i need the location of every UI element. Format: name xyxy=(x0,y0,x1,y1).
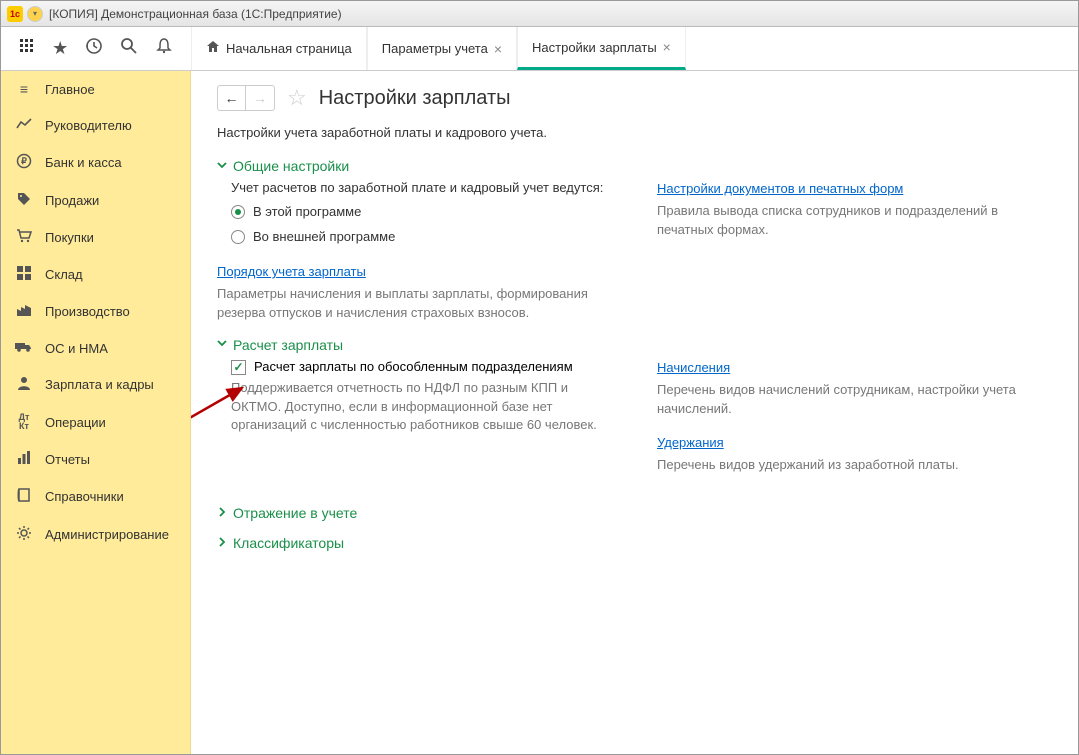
tab-home[interactable]: Начальная страница xyxy=(191,27,367,70)
history-icon[interactable] xyxy=(85,37,103,60)
sidebar-item-admin[interactable]: Администрирование xyxy=(1,515,190,554)
chevron-down-icon xyxy=(217,338,227,351)
sidebar-item-label: Производство xyxy=(45,304,130,319)
sidebar-item-label: Операции xyxy=(45,415,106,430)
content: ← → ☆ Настройки зарплаты Настройки учета… xyxy=(191,71,1078,754)
ruble-icon: ₽ xyxy=(15,153,33,172)
sidebar: ≡ Главное Руководителю ₽ Банк и касса Прод… xyxy=(1,71,191,754)
back-button[interactable]: ← xyxy=(218,86,246,110)
sidebar-item-label: Администрирование xyxy=(45,527,169,542)
apps-icon[interactable] xyxy=(19,38,35,59)
sidebar-item-label: Руководителю xyxy=(45,118,132,133)
sidebar-item-operations[interactable]: ДтКт Операции xyxy=(1,403,190,441)
sidebar-item-label: Отчеты xyxy=(45,452,90,467)
svg-text:₽: ₽ xyxy=(21,156,27,166)
page-subtitle: Настройки учета заработной платы и кадро… xyxy=(217,125,1052,140)
section-calc[interactable]: Расчет зарплаты xyxy=(217,337,1052,353)
grid-icon xyxy=(15,266,33,283)
link-deductions[interactable]: Удержания xyxy=(657,435,724,450)
sidebar-item-label: Банк и касса xyxy=(45,155,122,170)
tag-icon xyxy=(15,192,33,209)
close-icon[interactable]: × xyxy=(494,41,502,57)
tab-label: Начальная страница xyxy=(226,41,352,56)
checkbox-separate-units[interactable] xyxy=(231,360,246,375)
sidebar-item-purchases[interactable]: Покупки xyxy=(1,219,190,256)
gear-icon xyxy=(15,525,33,544)
sidebar-item-bank[interactable]: ₽ Банк и касса xyxy=(1,143,190,182)
link-salary-order[interactable]: Порядок учета зарплаты xyxy=(217,264,366,279)
link-desc: Перечень видов начислений сотрудникам, н… xyxy=(657,381,1052,419)
cart-icon xyxy=(15,229,33,246)
sidebar-item-sales[interactable]: Продажи xyxy=(1,182,190,219)
forward-button[interactable]: → xyxy=(246,86,274,110)
checkbox-label: Расчет зарплаты по обособленным подразде… xyxy=(254,359,573,374)
sidebar-item-label: Главное xyxy=(45,82,95,97)
chart-icon xyxy=(15,117,33,133)
sidebar-item-manager[interactable]: Руководителю xyxy=(1,107,190,143)
sidebar-item-main[interactable]: ≡ Главное xyxy=(1,71,190,107)
radio-group-label: Учет расчетов по заработной плате и кадр… xyxy=(231,180,617,195)
checkbox-desc: Поддерживается отчетность по НДФЛ по раз… xyxy=(231,379,617,436)
sidebar-item-salary[interactable]: Зарплата и кадры xyxy=(1,366,190,403)
sidebar-item-label: Справочники xyxy=(45,489,124,504)
section-title: Отражение в учете xyxy=(233,505,357,521)
chevron-right-icon xyxy=(217,537,227,550)
link-desc: Правила вывода списка сотрудников и подр… xyxy=(657,202,1052,240)
radio-icon xyxy=(231,205,245,219)
sidebar-item-label: ОС и НМА xyxy=(45,341,108,356)
sidebar-item-reports[interactable]: Отчеты xyxy=(1,441,190,478)
link-accruals[interactable]: Начисления xyxy=(657,360,730,375)
sidebar-item-label: Зарплата и кадры xyxy=(45,377,154,392)
tab-label: Настройки зарплаты xyxy=(532,40,657,55)
tab-salary-settings[interactable]: Настройки зарплаты × xyxy=(517,27,686,70)
chevron-down-icon xyxy=(217,160,227,173)
page-title: Настройки зарплаты xyxy=(319,87,511,110)
book-icon xyxy=(15,488,33,505)
tab-label: Параметры учета xyxy=(382,41,488,56)
dtkt-icon: ДтКт xyxy=(15,413,33,431)
radio-label: В этой программе xyxy=(253,204,361,219)
bell-icon[interactable] xyxy=(155,37,173,60)
link-desc: Параметры начисления и выплаты зарплаты,… xyxy=(217,285,617,323)
radio-label: Во внешней программе xyxy=(253,229,395,244)
sidebar-item-assets[interactable]: ОС и НМА xyxy=(1,330,190,366)
toolbar-icons: ★ xyxy=(1,27,191,70)
menu-icon: ≡ xyxy=(15,81,33,97)
sidebar-item-refs[interactable]: Справочники xyxy=(1,478,190,515)
sidebar-item-production[interactable]: Производство xyxy=(1,293,190,330)
window-title: [КОПИЯ] Демонстрационная база (1С:Предпр… xyxy=(49,7,342,21)
person-icon xyxy=(15,376,33,393)
star-icon[interactable]: ★ xyxy=(52,38,68,59)
factory-icon xyxy=(15,303,33,320)
section-reflect[interactable]: Отражение в учете xyxy=(217,505,1052,521)
radio-this-program[interactable]: В этой программе xyxy=(231,199,617,224)
sidebar-item-label: Продажи xyxy=(45,193,99,208)
section-title: Классификаторы xyxy=(233,535,344,551)
favorite-icon[interactable]: ☆ xyxy=(287,85,307,111)
section-title: Расчет зарплаты xyxy=(233,337,343,353)
radio-external[interactable]: Во внешней программе xyxy=(231,224,617,249)
tabs: Начальная страница Параметры учета × Нас… xyxy=(191,27,686,70)
tab-params[interactable]: Параметры учета × xyxy=(367,27,517,70)
search-icon[interactable] xyxy=(120,37,138,60)
truck-icon xyxy=(15,340,33,356)
link-doc-settings[interactable]: Настройки документов и печатных форм xyxy=(657,181,903,196)
app-logo-icon: 1c xyxy=(7,6,23,22)
close-icon[interactable]: × xyxy=(663,39,671,55)
section-title: Общие настройки xyxy=(233,158,349,174)
sidebar-item-label: Склад xyxy=(45,267,83,282)
section-general[interactable]: Общие настройки xyxy=(217,158,1052,174)
dropdown-button[interactable]: ▾ xyxy=(27,6,43,22)
bars-icon xyxy=(15,451,33,468)
link-desc: Перечень видов удержаний из заработной п… xyxy=(657,456,1052,475)
window-title-bar: 1c ▾ [КОПИЯ] Демонстрационная база (1С:П… xyxy=(1,1,1078,27)
sidebar-item-warehouse[interactable]: Склад xyxy=(1,256,190,293)
home-icon xyxy=(206,40,220,57)
toolbar: ★ Начальная страница Параметры учета × Н… xyxy=(1,27,1078,71)
chevron-right-icon xyxy=(217,507,227,520)
section-classif[interactable]: Классификаторы xyxy=(217,535,1052,551)
radio-icon xyxy=(231,230,245,244)
nav-buttons: ← → xyxy=(217,85,275,111)
sidebar-item-label: Покупки xyxy=(45,230,94,245)
